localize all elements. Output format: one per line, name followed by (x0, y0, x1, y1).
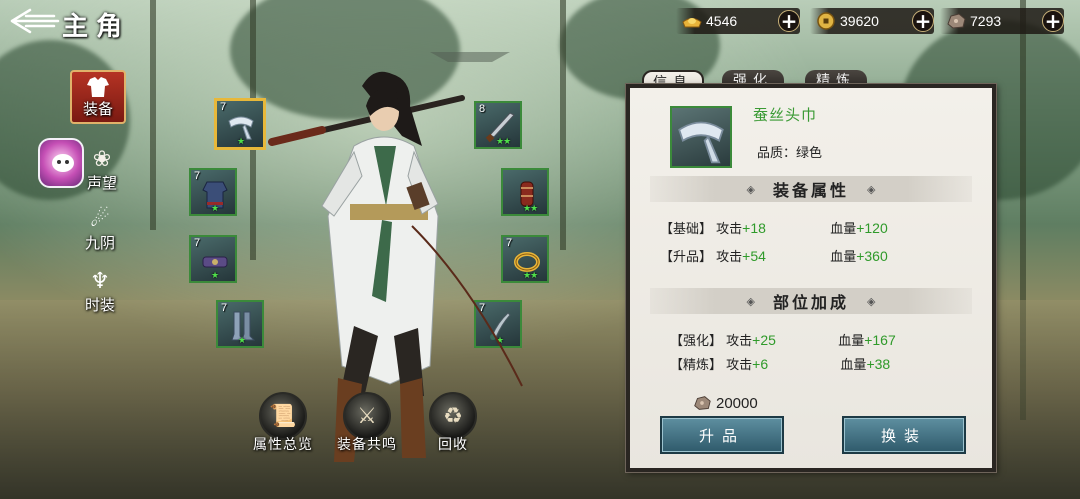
equip-slot-belt[interactable]: 7 ★ (189, 235, 237, 283)
ore-icon (944, 11, 968, 31)
stat-attack-value: +25 (752, 332, 776, 348)
stat-hp-value: +167 (864, 332, 896, 348)
add-ore-button[interactable]: + (1042, 10, 1064, 32)
equip-slot-armor[interactable]: 7 ★ (189, 168, 237, 216)
stat-tag: 【强化】 (670, 334, 723, 349)
add-gold-button[interactable]: + (778, 10, 800, 32)
equipment-resonance-label: 装备共鸣 (337, 437, 397, 453)
item-name: 蚕丝头巾 (753, 106, 818, 124)
background-bamboo (150, 0, 156, 230)
coin-icon (814, 11, 838, 31)
upgrade-quality-button[interactable]: 升品 (660, 416, 784, 454)
fashion-icon: ♆ (90, 269, 110, 294)
resonance-icon: ⚔ (343, 392, 391, 440)
slot-stars: ★ (238, 336, 246, 346)
gold-ingot-icon (680, 11, 704, 31)
stat-hp-value: +360 (856, 248, 888, 264)
recycle-button[interactable]: ♻ 回收 (408, 392, 498, 454)
diamond-icon: ◈ (867, 182, 876, 196)
stat-attack-value: +6 (752, 356, 769, 372)
mascot-eye (65, 160, 69, 164)
diamond-icon: ◈ (867, 294, 876, 308)
stat-hp-label: 血量 (838, 334, 865, 349)
armor-icon (87, 76, 109, 97)
stat-hp-label: 血量 (830, 222, 857, 237)
section-title: 装备属性 (772, 181, 849, 200)
coin-amount: 39620 (840, 13, 879, 29)
diamond-icon: ◈ (746, 182, 755, 196)
stat-attack-value: +54 (742, 248, 766, 264)
stat-tag: 【精炼】 (670, 358, 723, 373)
currency-gold: 4546 + (676, 8, 800, 34)
currency-ore: 7293 + (940, 8, 1064, 34)
back-button[interactable] (8, 6, 60, 36)
diamond-icon: ◈ (746, 294, 755, 308)
stat-tag: 【升品】 (660, 250, 713, 265)
stat-attack-label: 攻击 (716, 222, 743, 237)
stat-tag: 【基础】 (660, 222, 713, 237)
stat-attack-label: 攻击 (716, 250, 743, 265)
stat-row-upgrade: 【升品】 攻击+54 血量+360 (660, 246, 888, 265)
currency-coin: 39620 + (810, 8, 934, 34)
attribute-overview-label: 属性总览 (253, 437, 313, 453)
page-title: 主角 (62, 12, 131, 42)
mascot-eye (57, 160, 61, 164)
section-equipment-attributes: ◈ 装备属性 ◈ (650, 176, 972, 202)
side-menu-jiuyin[interactable]: ☄ 九阴 (72, 208, 128, 253)
back-arrow-icon (10, 8, 60, 34)
lotus-icon: ❀ (92, 147, 112, 172)
stat-hp-value: +38 (866, 356, 891, 372)
stat-hp-label: 血量 (840, 358, 867, 373)
side-menu-label: 声望 (86, 174, 117, 192)
equip-slot-head[interactable]: 7 ★ (214, 98, 266, 150)
stat-attack-value: +18 (742, 220, 766, 236)
side-menu-reputation[interactable]: ❀ 声望 (74, 148, 130, 193)
gold-amount: 4546 (706, 13, 738, 29)
item-thumbnail (670, 106, 732, 168)
attribute-overview-button[interactable]: 📜 属性总览 (238, 392, 328, 454)
stat-hp-value: +120 (856, 220, 888, 236)
stat-row-enhance: 【强化】 攻击+25 血量+167 (670, 330, 896, 349)
ore-icon (694, 396, 711, 410)
scroll-icon: 📜 (259, 392, 307, 440)
swap-equipment-button[interactable]: 换装 (842, 416, 966, 454)
ore-amount: 7293 (970, 13, 1002, 29)
item-detail-panel: 蚕丝头巾 品质：绿色 ◈ 装备属性 ◈ 【基础】 攻击+18 血量+120 【升… (626, 84, 996, 472)
flame-icon: ☄ (90, 207, 110, 232)
mascot-face (52, 154, 74, 172)
stat-row-base: 【基础】 攻击+18 血量+120 (660, 218, 888, 237)
section-slot-bonus: ◈ 部位加成 ◈ (650, 288, 972, 314)
equipment-resonance-button[interactable]: ⚔ 装备共鸣 (322, 392, 412, 454)
side-menu-label: 九阴 (84, 234, 115, 252)
side-menu-label: 时装 (84, 296, 115, 314)
side-menu-fashion[interactable]: ♆ 时装 (72, 270, 128, 315)
recycle-icon: ♻ (429, 392, 477, 440)
slot-stars: ★ (211, 204, 219, 214)
stat-attack-label: 攻击 (726, 358, 753, 373)
upgrade-cost: 20000 (692, 394, 758, 412)
side-menu-equipment[interactable]: 装备 (70, 70, 126, 124)
section-title: 部位加成 (772, 293, 849, 312)
upgrade-cost-value: 20000 (716, 394, 758, 412)
stat-row-refine: 【精炼】 攻击+6 血量+38 (670, 354, 890, 373)
background-bamboo (560, 0, 566, 250)
headband-icon (678, 121, 724, 164)
side-menu-equipment-box: 装备 (70, 70, 126, 124)
slot-stars: ★ (211, 271, 219, 281)
item-quality: 品质：绿色 (757, 146, 823, 161)
equip-slot-boots[interactable]: 7 ★ (216, 300, 264, 348)
stat-attack-label: 攻击 (726, 334, 753, 349)
add-coin-button[interactable]: + (912, 10, 934, 32)
recycle-label: 回收 (438, 437, 468, 453)
stat-hp-label: 血量 (830, 250, 857, 265)
slot-stars: ★ (237, 137, 245, 147)
side-menu-label: 装备 (82, 99, 113, 118)
